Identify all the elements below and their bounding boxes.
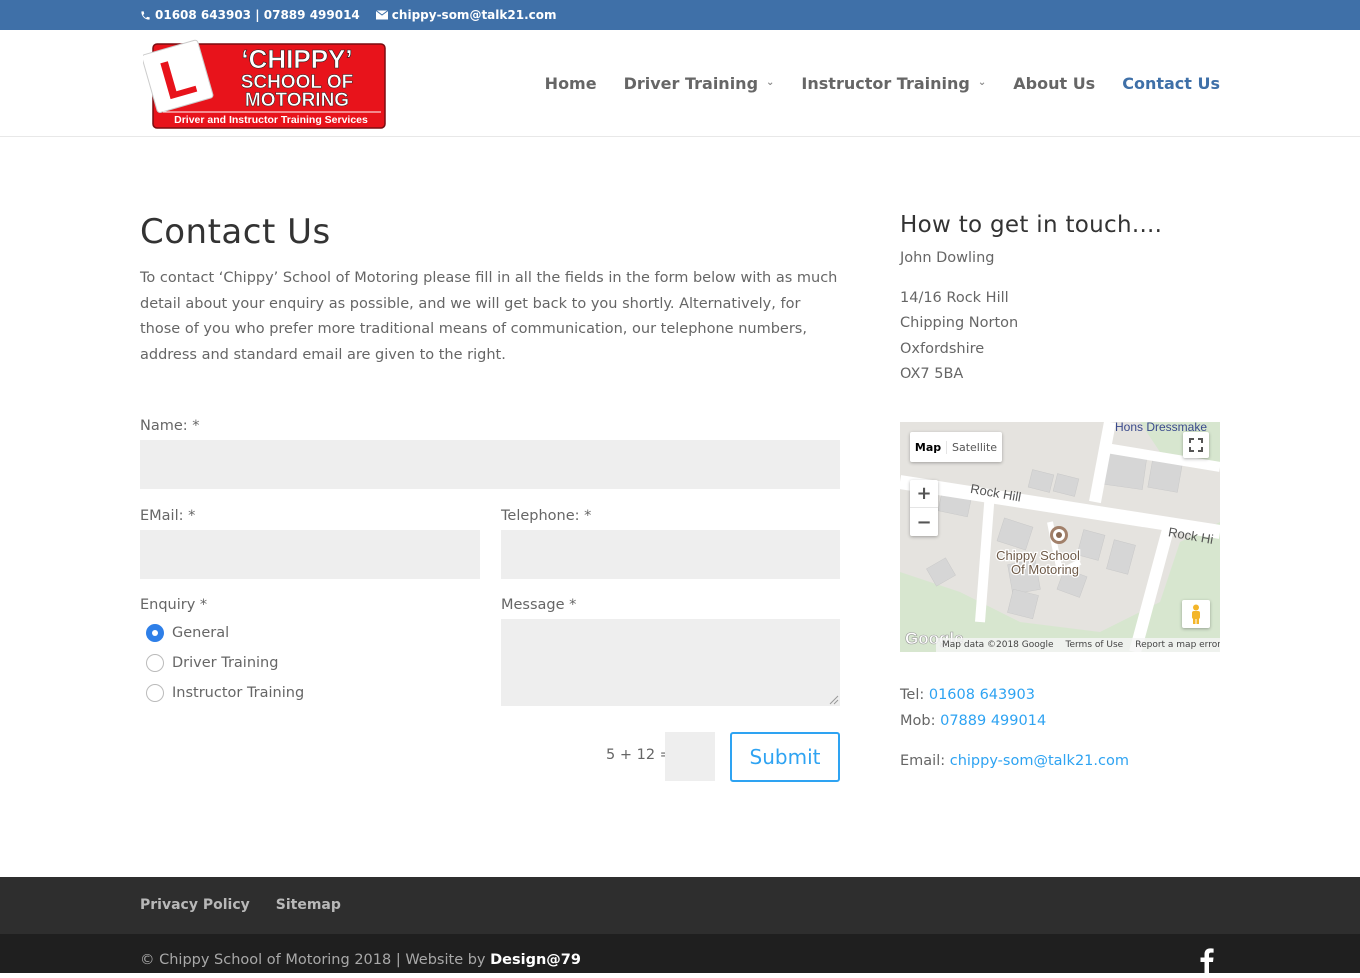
name-input[interactable]: [140, 440, 840, 489]
radio-instructor-training[interactable]: Instructor Training: [146, 684, 304, 702]
nav-about-us-label: About Us: [1013, 74, 1096, 93]
radio-instructor-training-label: Instructor Training: [172, 685, 305, 701]
nav-instructor-training[interactable]: Instructor Training ⌄: [801, 74, 986, 93]
chevron-down-icon: ⌄: [766, 77, 775, 88]
address-block: 14/16 Rock Hill Chipping Norton Oxfordsh…: [900, 286, 1220, 388]
map-terms-link[interactable]: Terms of Use: [1066, 640, 1124, 650]
email-label: Email:: [900, 753, 946, 769]
topbar-phones[interactable]: 01608 643903 | 07889 499014: [140, 8, 360, 22]
nav-driver-training-label: Driver Training: [623, 74, 759, 93]
sidebar-title: How to get in touch....: [900, 212, 1163, 238]
top-bar: 01608 643903 | 07889 499014 chippy-som@t…: [0, 0, 1360, 30]
zoom-control: + −: [910, 480, 938, 536]
nav-contact-us-label: Contact Us: [1122, 74, 1220, 93]
email-label: EMail: *: [140, 508, 196, 524]
radio-general[interactable]: General: [146, 624, 229, 642]
email-input[interactable]: [140, 530, 480, 579]
topbar-email-text: chippy-som@talk21.com: [391, 8, 557, 22]
logo-line-3: MOTORING: [245, 90, 349, 111]
telephone-label: Telephone: *: [501, 508, 592, 524]
map-marker-label-1: Chippy School: [996, 548, 1080, 563]
site-logo[interactable]: L ‘CHIPPY’ SCHOOL OF MOTORING Driver and…: [141, 38, 387, 129]
captcha-input[interactable]: [665, 732, 715, 781]
radio-general-label: General: [172, 625, 230, 641]
radio-driver-training-label: Driver Training: [172, 655, 279, 671]
topbar-phones-text: 01608 643903 | 07889 499014: [155, 8, 360, 22]
pegman-icon[interactable]: [1182, 600, 1210, 628]
mob-link[interactable]: 07889 499014: [940, 713, 1046, 729]
tel-label: Tel:: [900, 687, 925, 703]
map-marker-label-2: Of Motoring: [1011, 562, 1079, 577]
enquiry-label: Enquiry *: [140, 597, 208, 613]
intro-paragraph: To contact ‘Chippy’ School of Motoring p…: [140, 270, 838, 363]
map-tab-satellite[interactable]: Satellite: [946, 440, 1002, 454]
fullscreen-icon[interactable]: [1183, 432, 1209, 458]
zoom-in-button[interactable]: +: [910, 480, 938, 508]
copyright-text: © Chippy School of Motoring 2018 | Websi…: [140, 952, 491, 968]
site-header: L ‘CHIPPY’ SCHOOL OF MOTORING Driver and…: [0, 30, 1360, 137]
email-line: Email: chippy-som@talk21.com: [900, 749, 1129, 775]
contact-details: Tel: 01608 643903 Mob: 07889 499014 Emai…: [900, 683, 1129, 775]
contact-name: John Dowling: [900, 250, 995, 266]
map-marker-icon[interactable]: [1050, 526, 1068, 544]
facebook-icon[interactable]: [1200, 948, 1214, 978]
resize-handle-icon[interactable]: [829, 695, 839, 705]
nav-driver-training[interactable]: Driver Training ⌄: [624, 74, 775, 93]
envelope-icon: [375, 10, 388, 20]
map-tab-map[interactable]: Map: [910, 441, 946, 454]
mob-line: Mob: 07889 499014: [900, 709, 1129, 735]
sidebar: How to get in touch.... John Dowling 14/…: [900, 212, 1220, 388]
tel-line: Tel: 01608 643903: [900, 683, 1129, 709]
submit-button[interactable]: Submit: [730, 732, 840, 782]
message-label: Message *: [501, 597, 577, 613]
telephone-input[interactable]: [501, 530, 840, 579]
logo-line-1: ‘CHIPPY’: [241, 44, 352, 74]
phone-icon: [141, 10, 150, 20]
radio-driver-training[interactable]: Driver Training: [146, 654, 278, 672]
address-line: 14/16 Rock Hill: [900, 289, 1009, 306]
mob-label: Mob:: [900, 712, 936, 729]
footer-link-privacy[interactable]: Privacy Policy: [140, 897, 250, 913]
map-type-control: Map Satellite: [910, 432, 1002, 462]
radio-checked-icon: [146, 624, 164, 642]
captcha-question: 5 + 12 =: [606, 747, 672, 763]
topbar-email[interactable]: chippy-som@talk21.com: [375, 8, 557, 22]
logo-tagline: Driver and Instructor Training Services: [174, 114, 368, 126]
footer-link-sitemap[interactable]: Sitemap: [276, 897, 341, 913]
chevron-down-icon: ⌄: [977, 77, 987, 88]
map-data-text: Map data ©2018 Google: [942, 640, 1054, 650]
address-line: Chipping Norton: [900, 315, 1019, 331]
nav-home[interactable]: Home: [545, 74, 597, 93]
message-textarea[interactable]: [501, 619, 840, 706]
radio-unchecked-icon: [146, 684, 164, 702]
name-label: Name: *: [140, 418, 200, 434]
main-content: Contact Us To contact ‘Chippy’ School of…: [140, 212, 840, 368]
map-report-link[interactable]: Report a map error: [1135, 640, 1220, 650]
footer-nav: Privacy Policy Sitemap: [0, 877, 1360, 934]
google-map[interactable]: Rock Hill Rock Hi Hons Dressmake Chippy …: [900, 422, 1220, 652]
copyright: © Chippy School of Motoring 2018 | Websi…: [140, 952, 581, 968]
tel-link[interactable]: 01608 643903: [929, 687, 1035, 703]
main-nav: Home Driver Training ⌄ Instructor Trainin…: [545, 74, 1220, 93]
address-line: Oxfordshire: [900, 340, 985, 357]
nav-about-us[interactable]: About Us: [1013, 74, 1095, 93]
radio-unchecked-icon: [146, 654, 164, 672]
nav-contact-us[interactable]: Contact Us: [1122, 74, 1220, 93]
map-attribution: Map data ©2018 Google Terms of Use Repor…: [936, 638, 1220, 652]
page-title: Contact Us: [140, 212, 331, 252]
address-line: OX7 5BA: [900, 366, 964, 382]
footer-bottom: © Chippy School of Motoring 2018 | Websi…: [0, 934, 1360, 974]
designer-link[interactable]: Design@79: [490, 952, 581, 968]
email-link[interactable]: chippy-som@talk21.com: [950, 753, 1129, 769]
zoom-out-button[interactable]: −: [910, 508, 938, 536]
nav-instructor-training-label: Instructor Training: [801, 74, 970, 93]
nav-home-label: Home: [544, 74, 597, 93]
